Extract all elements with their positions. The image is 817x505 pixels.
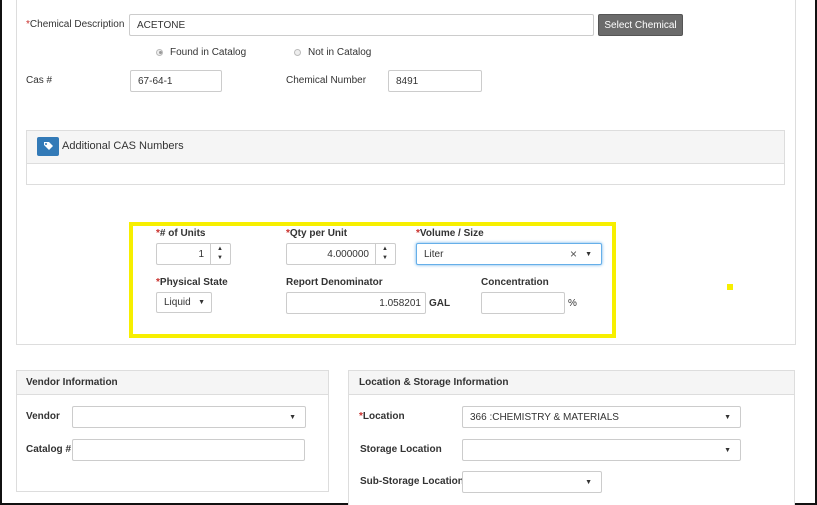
chevron-down-icon[interactable]: ▼	[585, 479, 592, 486]
chevron-down-icon[interactable]: ▼	[198, 299, 205, 306]
cas-label: Cas #	[26, 75, 53, 86]
units-label-text: # of Units	[159, 228, 206, 239]
units-value: 1	[198, 248, 204, 260]
top-section-bottom-border	[16, 344, 796, 345]
chemical-description-input[interactable]: ACETONE	[129, 14, 594, 36]
physical-state-select[interactable]: Liquid ▼	[156, 292, 212, 313]
chemical-number-label: Chemical Number	[286, 75, 367, 86]
vendor-select[interactable]: ▼	[72, 406, 306, 428]
chemical-description-value: ACETONE	[137, 19, 186, 31]
qty-per-unit-label-text: Qty per Unit	[289, 228, 348, 239]
qty-per-unit-stepper[interactable]: 4.000000 ▲ ▼	[286, 243, 396, 265]
additional-cas-panel	[26, 130, 785, 185]
radio-found-label: Found in Catalog	[170, 47, 247, 58]
storage-location-label: Storage Location	[360, 444, 442, 455]
units-stepper-arrows[interactable]: ▲ ▼	[210, 244, 230, 264]
vendor-panel	[16, 370, 329, 492]
additional-cas-add-button[interactable]	[37, 137, 59, 156]
report-denominator-label: Report Denominator	[286, 277, 383, 288]
qty-stepper-arrows[interactable]: ▲ ▼	[375, 244, 395, 264]
report-denominator-unit: GAL	[429, 298, 451, 309]
concentration-unit: %	[568, 298, 577, 309]
units-stepper[interactable]: 1 ▲ ▼	[156, 243, 231, 265]
radio-found-in-catalog[interactable]: Found in Catalog	[156, 47, 246, 58]
vendor-label: Vendor	[26, 411, 60, 422]
radio-not-found-label: Not in Catalog	[308, 47, 372, 58]
physical-state-label-text: Physical State	[159, 277, 228, 288]
chemical-number-value: 8491	[396, 75, 419, 87]
physical-state-label: *Physical State	[156, 277, 228, 288]
qty-per-unit-label: *Qty per Unit	[286, 228, 347, 239]
top-section-left-border	[16, 0, 17, 344]
volume-size-select[interactable]: Liter × ▼	[416, 243, 602, 265]
chevron-down-icon[interactable]: ▼	[724, 447, 731, 454]
stepper-down-icon[interactable]: ▼	[382, 255, 388, 261]
volume-size-label-text: Volume / Size	[419, 228, 484, 239]
units-label: *# of Units	[156, 228, 205, 239]
stepper-down-icon[interactable]: ▼	[217, 255, 223, 261]
yellow-marker	[727, 284, 733, 290]
volume-size-label: *Volume / Size	[416, 228, 484, 239]
top-section-right-border	[795, 0, 796, 344]
radio-not-found-icon[interactable]	[294, 48, 301, 56]
report-denominator-input: 1.058201	[286, 292, 426, 314]
catalog-input[interactable]	[72, 439, 305, 461]
additional-cas-title: Additional CAS Numbers	[62, 140, 184, 152]
clear-icon[interactable]: ×	[570, 247, 577, 261]
cas-input[interactable]: 67-64-1	[130, 70, 222, 92]
substorage-location-select[interactable]: ▼	[462, 471, 602, 493]
chevron-down-icon[interactable]: ▼	[585, 251, 592, 258]
stepper-up-icon[interactable]: ▲	[382, 246, 388, 252]
cas-value: 67-64-1	[138, 75, 173, 87]
storage-location-select[interactable]: ▼	[462, 439, 741, 461]
radio-found-icon[interactable]	[156, 48, 163, 56]
physical-state-value: Liquid	[164, 297, 191, 308]
chevron-down-icon[interactable]: ▼	[289, 414, 296, 421]
location-label-text: Location	[362, 411, 405, 422]
report-denominator-value: 1.058201	[379, 297, 421, 309]
stepper-up-icon[interactable]: ▲	[217, 246, 223, 252]
select-chemical-button-label: Select Chemical	[604, 19, 677, 31]
chevron-down-icon[interactable]: ▼	[724, 414, 731, 421]
chemical-description-label-text: Chemical Description	[29, 19, 125, 30]
location-select[interactable]: 366 :CHEMISTRY & MATERIALS ▼	[462, 406, 741, 428]
location-section-title: Location & Storage Information	[359, 377, 509, 388]
qty-per-unit-value: 4.000000	[327, 248, 369, 260]
chemical-description-label: *Chemical Description	[26, 19, 124, 30]
tag-icon	[44, 142, 53, 150]
catalog-label: Catalog #	[26, 444, 72, 455]
location-value: 366 :CHEMISTRY & MATERIALS	[470, 411, 619, 423]
substorage-location-label: Sub-Storage Location	[360, 476, 464, 487]
radio-not-in-catalog[interactable]: Not in Catalog	[294, 47, 371, 58]
vendor-section-title: Vendor Information	[26, 377, 118, 388]
select-chemical-button[interactable]: Select Chemical	[598, 14, 683, 36]
concentration-input[interactable]	[481, 292, 565, 314]
volume-size-value: Liter	[424, 248, 444, 260]
chemical-number-input[interactable]: 8491	[388, 70, 482, 92]
concentration-label: Concentration	[481, 277, 549, 288]
location-label: *Location	[359, 411, 405, 422]
